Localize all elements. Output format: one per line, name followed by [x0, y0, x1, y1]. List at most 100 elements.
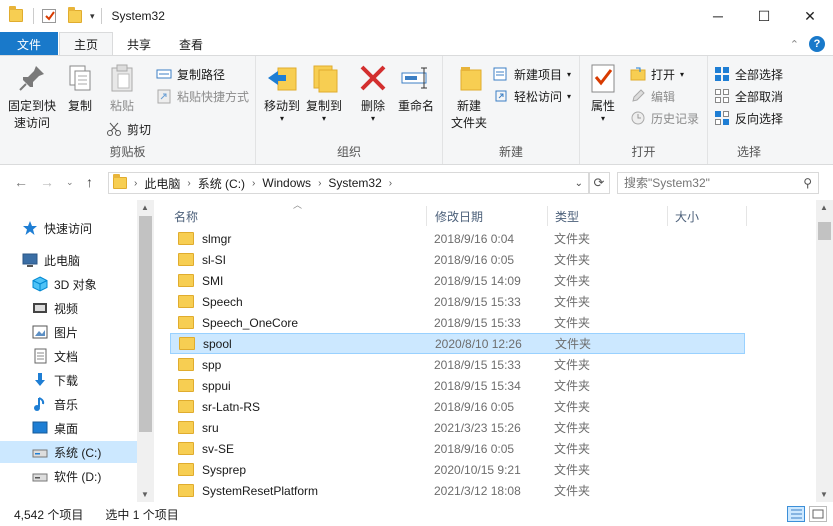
- chevron-right-icon[interactable]: ›: [184, 178, 193, 189]
- file-row[interactable]: Speech_OneCore 2018/9/15 15:33 文件夹: [170, 312, 745, 333]
- forward-arrow-icon[interactable]: →: [40, 174, 54, 190]
- edit-pencil-icon: [630, 88, 646, 104]
- tab-home[interactable]: 主页: [59, 32, 114, 56]
- sidebar-item-3d-objects[interactable]: 3D 对象: [0, 273, 137, 295]
- sidebar-item-label: 系统 (C:): [54, 445, 102, 460]
- scroll-up-icon[interactable]: ▲: [141, 203, 149, 212]
- column-header-name[interactable]: 名称: [174, 206, 198, 226]
- copy-to-button[interactable]: 复制到 ▾: [304, 62, 344, 123]
- back-arrow-icon[interactable]: ←: [14, 174, 28, 190]
- sidebar-item-pictures[interactable]: 图片: [0, 321, 137, 343]
- select-none-button[interactable]: 全部取消: [714, 86, 783, 106]
- paste-button[interactable]: 粘贴: [104, 62, 140, 115]
- customize-quick-access-icon[interactable]: ▾: [90, 11, 95, 22]
- breadcrumb-c-drive[interactable]: 系统 (C:): [194, 175, 249, 192]
- file-row[interactable]: sru 2021/3/23 15:26 文件夹: [170, 417, 745, 438]
- refresh-button[interactable]: ⟳: [588, 172, 610, 194]
- sidebar-item-c-drive[interactable]: 系统 (C:): [0, 441, 137, 463]
- file-row[interactable]: sr-Latn-RS 2018/9/16 0:05 文件夹: [170, 396, 745, 417]
- file-row[interactable]: SystemResetPlatform 2021/3/12 18:08 文件夹: [170, 480, 745, 501]
- address-dropdown-icon[interactable]: ⌄: [575, 178, 583, 189]
- easy-access-button[interactable]: 轻松访问 ▾: [493, 86, 571, 106]
- new-item-button[interactable]: 新建项目 ▾: [493, 64, 571, 84]
- file-row[interactable]: sl-SI 2018/9/16 0:05 文件夹: [170, 249, 745, 270]
- sidebar-item-this-pc[interactable]: 此电脑: [0, 249, 137, 271]
- column-divider[interactable]: [667, 206, 668, 226]
- help-icon[interactable]: ?: [809, 36, 825, 52]
- delete-button[interactable]: 删除 ▾: [356, 62, 390, 123]
- breadcrumb-system32[interactable]: System32: [324, 176, 385, 190]
- breadcrumb-windows[interactable]: Windows: [258, 176, 315, 190]
- open-button[interactable]: 打开 ▾: [630, 64, 684, 84]
- new-folder-quick-icon[interactable]: [68, 6, 82, 23]
- sidebar-item-documents[interactable]: 文档: [0, 345, 137, 367]
- scroll-down-icon[interactable]: ▼: [141, 490, 149, 499]
- scroll-up-icon[interactable]: ▲: [820, 203, 828, 212]
- chevron-right-icon[interactable]: ›: [131, 178, 140, 189]
- invert-selection-button[interactable]: 反向选择: [714, 108, 783, 128]
- file-type: 文件夹: [554, 295, 591, 309]
- sidebar-scroll-thumb[interactable]: [139, 216, 152, 432]
- copy-button[interactable]: 复制: [62, 62, 98, 115]
- column-header-date[interactable]: 修改日期: [435, 206, 483, 226]
- search-box[interactable]: ⚲: [617, 172, 819, 194]
- sidebar-item-music[interactable]: 音乐: [0, 393, 137, 415]
- file-row[interactable]: slmgr 2018/9/16 0:04 文件夹: [170, 228, 745, 249]
- chevron-up-icon[interactable]: ⌃: [790, 38, 799, 51]
- chevron-right-icon[interactable]: ›: [249, 178, 258, 189]
- new-folder-button[interactable]: 新建 文件夹: [447, 62, 491, 132]
- chevron-right-icon[interactable]: ›: [315, 178, 324, 189]
- file-row[interactable]: sv-SE 2018/9/16 0:05 文件夹: [170, 438, 745, 459]
- rename-button[interactable]: 重命名: [394, 62, 438, 115]
- tab-file[interactable]: 文件: [0, 32, 58, 56]
- folder-icon: [9, 6, 25, 25]
- sidebar-item-downloads[interactable]: 下载: [0, 369, 137, 391]
- address-bar[interactable]: › 此电脑 › 系统 (C:) › Windows › System32 › ⌄: [108, 172, 590, 194]
- file-row-selected[interactable]: spool 2020/8/10 12:26 文件夹: [170, 333, 745, 354]
- tab-view[interactable]: 查看: [165, 32, 217, 56]
- properties-quick-icon[interactable]: [42, 9, 56, 23]
- scroll-down-icon[interactable]: ▼: [820, 490, 828, 499]
- file-row[interactable]: spp 2018/9/15 15:33 文件夹: [170, 354, 745, 375]
- properties-button[interactable]: 属性 ▾: [586, 62, 620, 123]
- chevron-right-icon[interactable]: ›: [386, 178, 395, 189]
- file-type: 文件夹: [554, 484, 591, 498]
- column-divider[interactable]: [426, 206, 427, 226]
- paste-shortcut-button[interactable]: 粘贴快捷方式: [156, 86, 249, 106]
- sidebar-item-d-drive[interactable]: 软件 (D:): [0, 465, 137, 487]
- minimize-button[interactable]: ─: [695, 0, 741, 32]
- recent-locations-chevron-icon[interactable]: ⌄: [66, 177, 74, 188]
- column-divider[interactable]: [746, 206, 747, 226]
- tab-share[interactable]: 共享: [113, 32, 165, 56]
- large-icons-view-button[interactable]: [809, 506, 827, 522]
- sidebar-scrollbar[interactable]: ▲ ▼: [137, 200, 154, 502]
- file-list-scrollbar[interactable]: ▲ ▼: [816, 200, 833, 502]
- pin-to-quick-access-button[interactable]: 固定到快 速访问: [6, 62, 58, 132]
- navigation-bar: ← → ⌄ ↑ › 此电脑 › 系统 (C:) › Windows › Syst…: [0, 166, 833, 200]
- sidebar-item-video[interactable]: 视频: [0, 297, 137, 319]
- file-row[interactable]: sppui 2018/9/15 15:34 文件夹: [170, 375, 745, 396]
- file-row[interactable]: SMI 2018/9/15 14:09 文件夹: [170, 270, 745, 291]
- copy-path-button[interactable]: 复制路径: [156, 64, 225, 84]
- file-list-scroll-thumb[interactable]: [818, 222, 831, 240]
- breadcrumb-this-pc[interactable]: 此电脑: [140, 175, 184, 192]
- file-row[interactable]: Sysprep 2020/10/15 9:21 文件夹: [170, 459, 745, 480]
- up-arrow-icon[interactable]: ↑: [86, 174, 93, 190]
- move-to-button[interactable]: 移动到 ▾: [262, 62, 302, 123]
- select-group-label: 选择: [736, 145, 761, 159]
- history-button[interactable]: 历史记录: [630, 108, 699, 128]
- column-header-type[interactable]: 类型: [555, 206, 579, 226]
- select-all-button[interactable]: 全部选择: [714, 64, 783, 84]
- sidebar-item-desktop[interactable]: 桌面: [0, 417, 137, 439]
- cut-button[interactable]: 剪切: [106, 119, 151, 139]
- close-button[interactable]: ✕: [787, 0, 833, 32]
- file-row[interactable]: Speech 2018/9/15 15:33 文件夹: [170, 291, 745, 312]
- edit-button[interactable]: 编辑: [630, 86, 675, 106]
- details-view-button[interactable]: [787, 506, 805, 522]
- file-type: 文件夹: [554, 463, 591, 477]
- maximize-button[interactable]: ☐: [741, 0, 787, 32]
- column-divider[interactable]: [547, 206, 548, 226]
- column-header-size[interactable]: 大小: [675, 206, 699, 226]
- sidebar-item-quick-access[interactable]: 快速访问: [0, 217, 137, 239]
- search-input[interactable]: [624, 176, 794, 190]
